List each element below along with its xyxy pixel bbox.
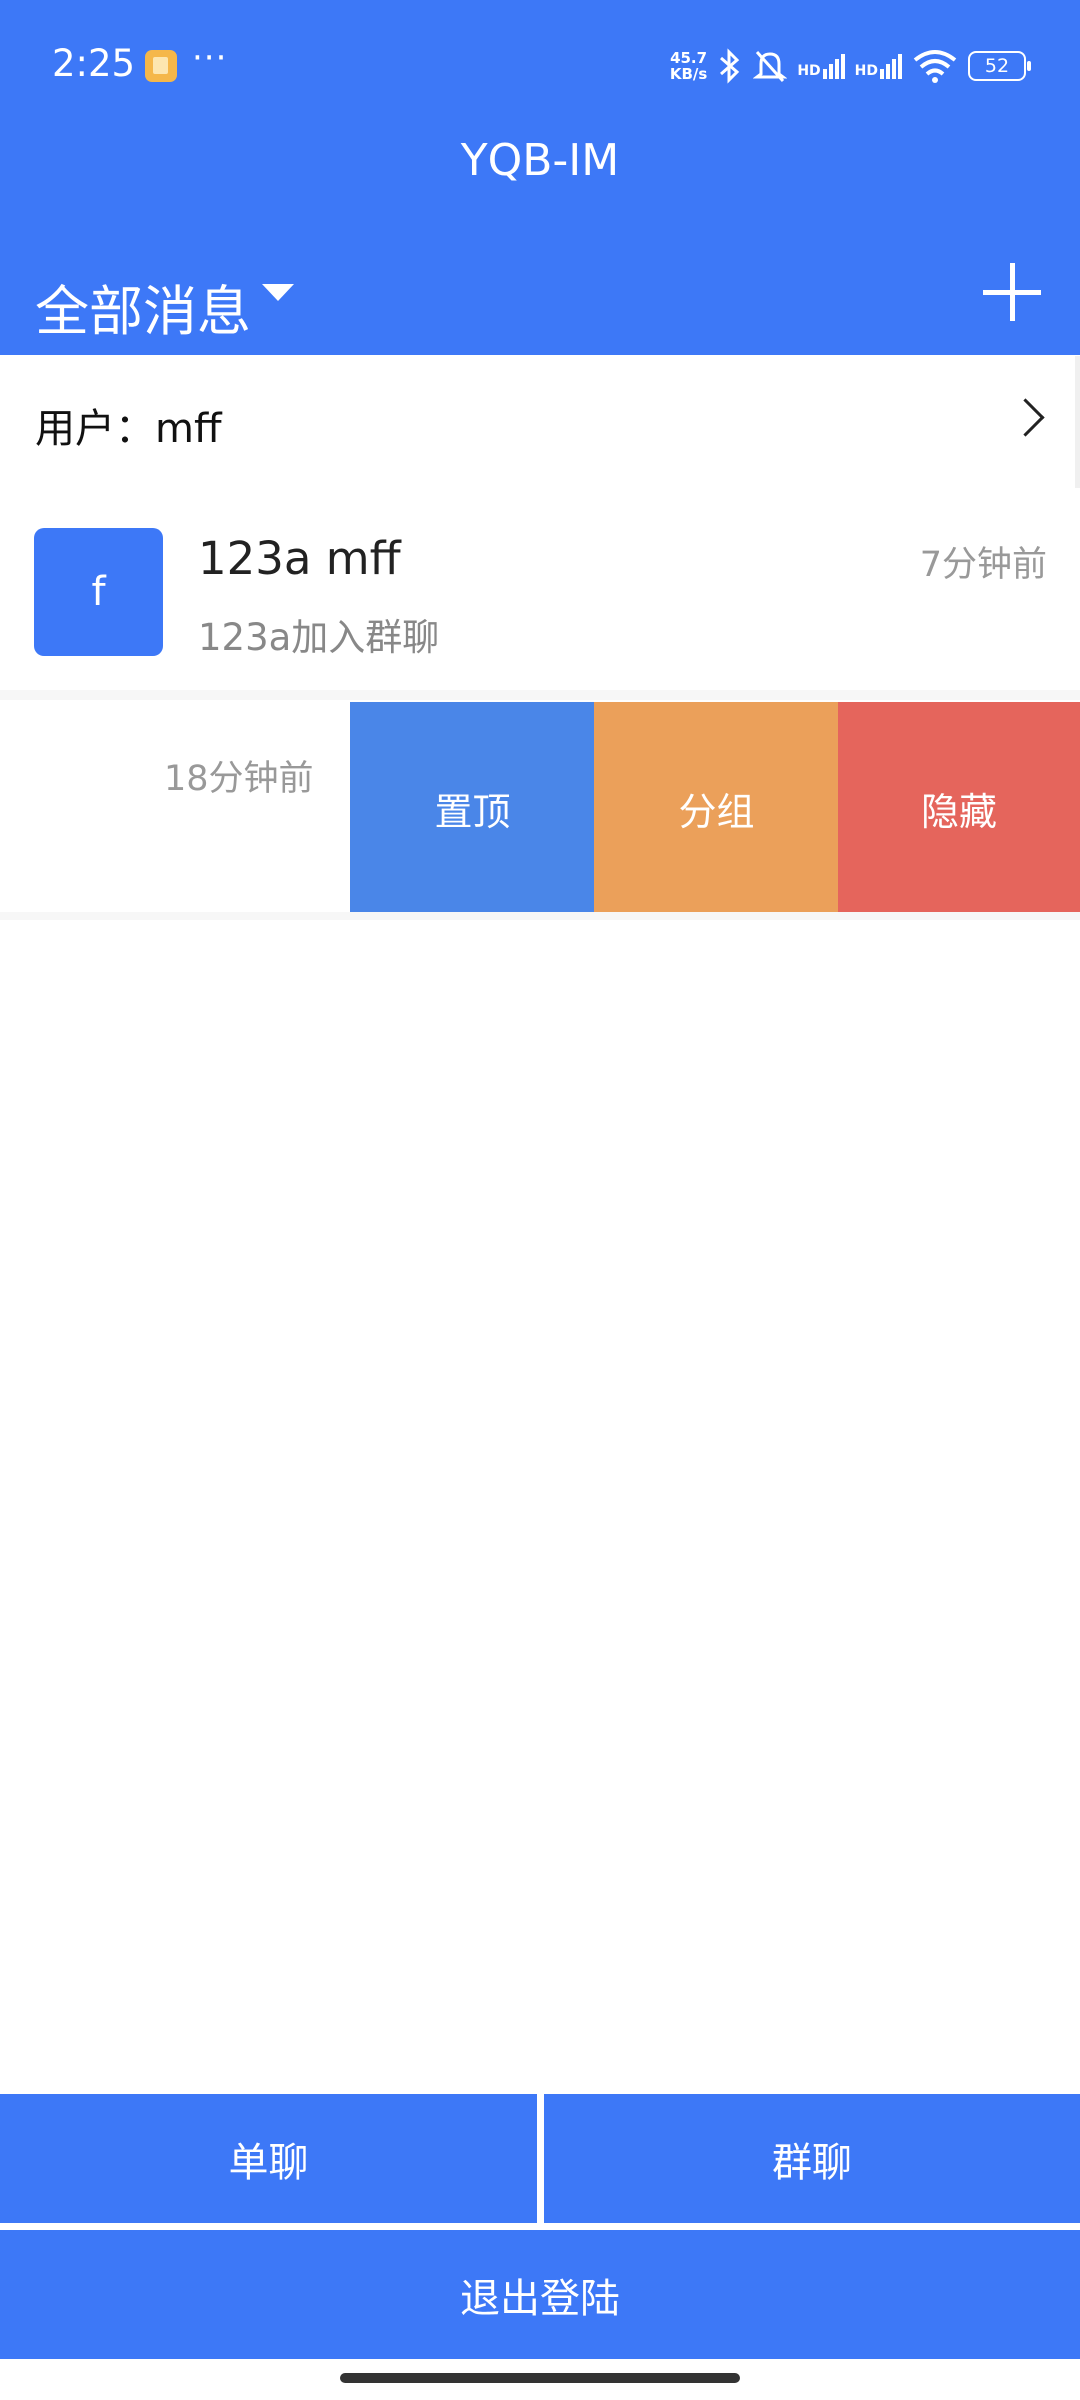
group-button[interactable]: 分组 — [594, 702, 839, 914]
home-indicator[interactable] — [340, 2373, 740, 2383]
status-more-icon: ··· — [192, 38, 228, 78]
pin-button[interactable]: 置顶 — [350, 702, 595, 914]
divider — [0, 690, 1080, 700]
mute-bell-icon — [753, 50, 788, 83]
user-label: 用户：mff — [35, 406, 222, 452]
conversation-time: 7分钟前 — [919, 545, 1047, 585]
message-filter-dropdown[interactable]: 全部消息 — [35, 267, 251, 346]
caret-down-icon[interactable] — [262, 284, 294, 301]
bluetooth-icon — [720, 48, 740, 84]
conversation-preview: 123a加入群聊 — [198, 616, 440, 659]
notification-app-icon — [145, 50, 177, 82]
battery-icon: 52 — [968, 51, 1031, 81]
group-chat-button[interactable]: 群聊 — [544, 2094, 1080, 2223]
add-icon[interactable] — [983, 263, 1041, 321]
hide-button[interactable]: 隐藏 — [838, 702, 1080, 914]
divider — [0, 912, 1080, 920]
single-chat-button[interactable]: 单聊 — [0, 2094, 537, 2223]
logout-button[interactable]: 退出登陆 — [0, 2230, 1080, 2359]
conversation-title[interactable]: 123a mff — [198, 532, 401, 585]
wifi-icon — [913, 50, 957, 83]
net-speed: 45.7 KB/s — [669, 49, 708, 83]
signal-icon-1: HD — [797, 53, 845, 79]
avatar[interactable]: f — [34, 528, 163, 656]
signal-icon-2: HD — [855, 53, 902, 79]
status-time: 2:25 — [52, 42, 136, 85]
conversation-time: 18分钟前 — [164, 759, 314, 799]
status-icons: 45.7 KB/s HD HD 52 — [669, 44, 1031, 88]
app-title: YQB-IM — [460, 135, 620, 186]
